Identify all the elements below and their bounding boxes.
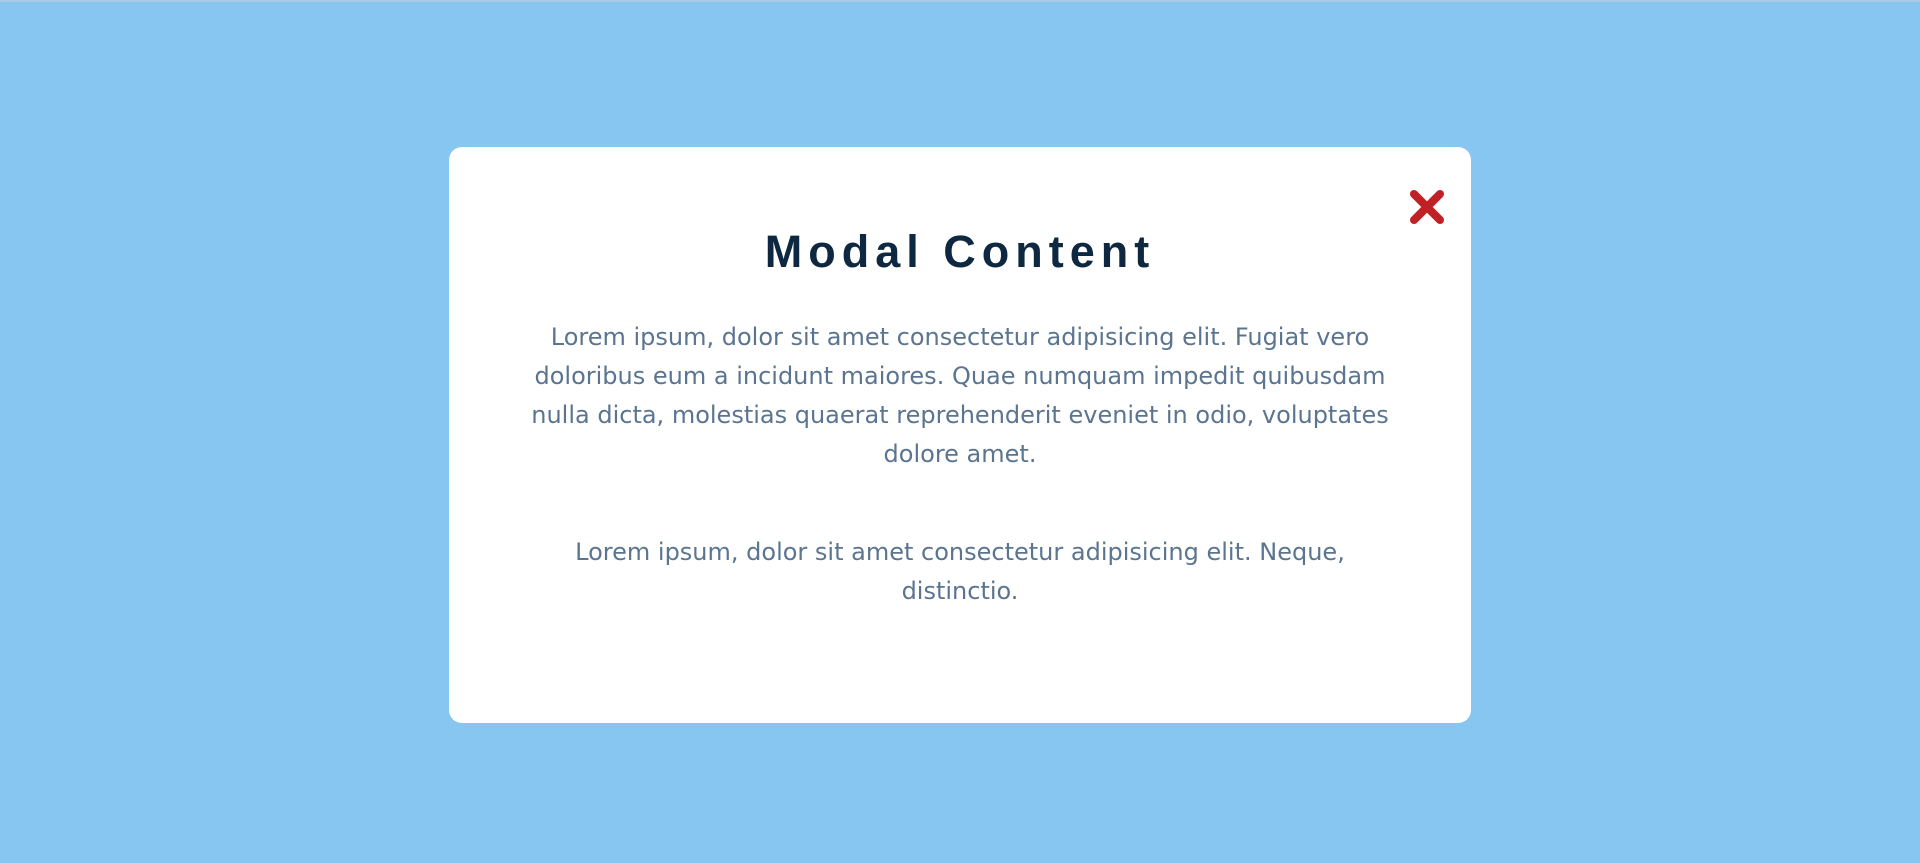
modal-dialog: Modal Content Lorem ipsum, dolor sit ame… bbox=[449, 147, 1471, 723]
modal-paragraph-2: Lorem ipsum, dolor sit amet consectetur … bbox=[575, 538, 1345, 605]
modal-title: Modal Content bbox=[764, 226, 1156, 277]
close-icon bbox=[1410, 190, 1444, 224]
top-border bbox=[0, 0, 1920, 2]
modal-paragraph-1: Lorem ipsum, dolor sit amet consectetur … bbox=[531, 323, 1389, 468]
